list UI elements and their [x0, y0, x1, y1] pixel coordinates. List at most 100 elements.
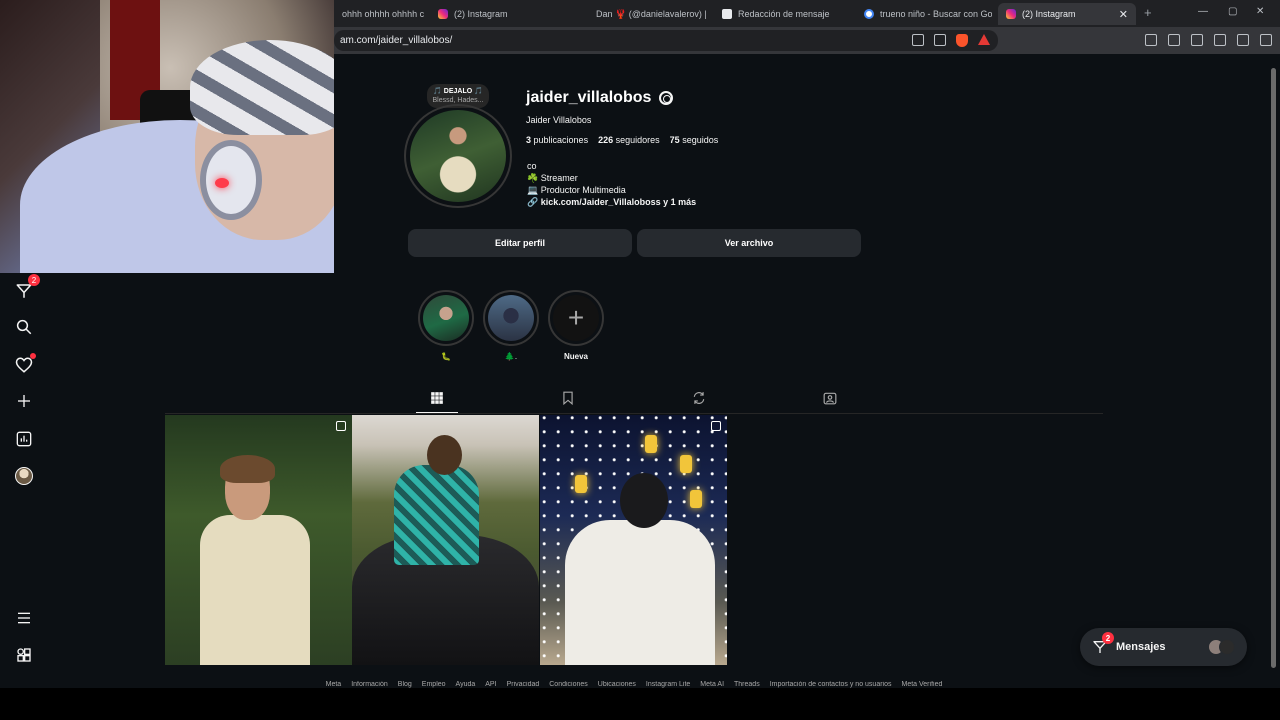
- post-thumbnail[interactable]: [352, 415, 539, 665]
- photo-subject-head: [620, 473, 668, 528]
- profile-picture[interactable]: [404, 104, 512, 208]
- bio-link[interactable]: 🔗 kick.com/Jaider_Villaloboss y 1 más: [527, 196, 696, 208]
- tab-redaccion[interactable]: Redacción de mensaje: [714, 3, 854, 25]
- brave-shield-icon[interactable]: [956, 34, 968, 47]
- photo-subject: [394, 465, 479, 565]
- create-plus-icon[interactable]: [14, 391, 34, 411]
- post-thumbnail[interactable]: [165, 415, 352, 665]
- active-tab-indicator: [416, 412, 458, 413]
- close-window-icon[interactable]: ✕: [1256, 6, 1264, 17]
- note-title: 🎵 DEJALO 🎵: [433, 88, 483, 95]
- tab-search-icon[interactable]: [1145, 34, 1157, 46]
- scrollbar-thumb[interactable]: [1271, 68, 1276, 668]
- post-thumbnail[interactable]: [540, 415, 727, 665]
- photo-subject-hair: [220, 455, 275, 483]
- bio-line: ☘️ Streamer: [527, 173, 578, 183]
- vpn-icon[interactable]: [1237, 34, 1249, 46]
- headset-led: [215, 178, 229, 188]
- posts-label: publicaciones: [533, 135, 589, 145]
- more-menu-icon[interactable]: [14, 608, 34, 628]
- profile-photo: [410, 110, 506, 202]
- messages-badge: 2: [1102, 632, 1114, 644]
- messages-button[interactable]: 2 Mensajes: [1080, 628, 1247, 666]
- notification-dot: [30, 353, 36, 359]
- cast-icon[interactable]: [912, 34, 924, 46]
- webcam-overlay: [0, 0, 334, 273]
- tab-google[interactable]: trueno niño - Buscar con Goog: [856, 3, 992, 25]
- tab-title: (2) Instagram: [1022, 9, 1076, 19]
- tab-danielavalerov[interactable]: Dan 🦞 (@danielavalerov) | V5: [588, 3, 708, 25]
- new-highlight-button[interactable]: +: [548, 290, 604, 346]
- repost-icon: [693, 392, 705, 404]
- profile-full-name: Jaider Villalobos: [526, 115, 592, 125]
- browser-menu-icon[interactable]: [1260, 34, 1272, 46]
- grid-icon: [431, 392, 443, 404]
- tab-title: ohhh ohhhh ohhhh cancio: [342, 9, 424, 19]
- tab-youtube[interactable]: ohhh ohhhh ohhhh cancio: [334, 3, 424, 25]
- new-tab-button[interactable]: +: [1144, 5, 1152, 20]
- contact-avatar: [1219, 639, 1235, 655]
- headset-icon: [200, 140, 262, 220]
- also-from-meta-icon[interactable]: [14, 645, 34, 665]
- tab-posts-grid[interactable]: [429, 390, 445, 406]
- photo-lantern: [680, 455, 692, 473]
- highlight-cover: [488, 295, 534, 341]
- brave-rewards-icon[interactable]: [978, 34, 990, 45]
- messages-label: Mensajes: [1116, 641, 1166, 653]
- bio-line: 💻 Productor Multimedia: [527, 185, 626, 195]
- tab-instagram-1[interactable]: (2) Instagram: [430, 3, 580, 25]
- search-icon[interactable]: [14, 317, 34, 337]
- address-text: am.com/jaider_villalobos/: [340, 35, 453, 46]
- edit-profile-button[interactable]: Editar perfil: [408, 229, 632, 257]
- photo-subject-head: [427, 435, 462, 475]
- profile-username: jaider_villalobos: [526, 89, 652, 106]
- minimize-icon[interactable]: —: [1198, 6, 1208, 17]
- story-highlight[interactable]: [418, 290, 474, 346]
- bio-link-text: kick.com/Jaider_Villaloboss y 1 más: [540, 197, 697, 207]
- screen-bottom-bar: [0, 688, 1280, 720]
- tab-title: trueno niño - Buscar con Goog: [880, 9, 992, 19]
- followers-stat[interactable]: 226 seguidores: [598, 135, 660, 145]
- plus-icon: +: [553, 295, 599, 341]
- share-icon[interactable]: [934, 34, 946, 46]
- direct-messages-icon: 2: [1092, 632, 1114, 655]
- profile-bio: co ☘️ Streamer 💻 Productor Multimedia 🔗 …: [527, 160, 696, 208]
- leo-ai-icon[interactable]: [1214, 34, 1226, 46]
- photo-subject: [565, 520, 715, 665]
- settings-gear-icon[interactable]: [659, 91, 674, 105]
- restore-icon[interactable]: ▢: [1228, 6, 1237, 17]
- sidebar-icon[interactable]: [1168, 34, 1180, 46]
- insights-icon[interactable]: [14, 429, 34, 449]
- photo-lantern: [690, 490, 702, 508]
- followers-count: 226: [598, 135, 614, 145]
- close-tab-icon[interactable]: ✕: [1119, 8, 1128, 21]
- wallet-icon[interactable]: [1191, 34, 1203, 46]
- bookmark-icon: [563, 391, 573, 405]
- photo-lantern: [575, 475, 587, 493]
- highlight-label: 🌲.: [504, 352, 518, 361]
- following-stat[interactable]: 75 seguidos: [670, 135, 719, 145]
- followers-label: seguidores: [615, 135, 660, 145]
- carousel-icon: [711, 421, 721, 431]
- photo-subject: [200, 515, 310, 665]
- tab-instagram-active[interactable]: (2) Instagram ✕: [998, 3, 1136, 25]
- google-icon: [864, 9, 874, 19]
- tab-tagged[interactable]: [822, 390, 838, 406]
- profile-avatar[interactable]: [14, 466, 34, 486]
- highlight-cover: [423, 295, 469, 341]
- tabs-divider: [165, 413, 1103, 414]
- instagram-sidebar: 2: [0, 273, 48, 720]
- view-archive-button[interactable]: Ver archivo: [637, 229, 861, 257]
- tab-reposts[interactable]: [691, 390, 707, 406]
- address-bar[interactable]: am.com/jaider_villalobos/: [334, 30, 998, 51]
- following-count: 75: [669, 135, 680, 145]
- page-scrollbar[interactable]: [1270, 54, 1277, 688]
- new-highlight-label: Nueva: [563, 352, 588, 361]
- posts-stat: 3 publicaciones: [526, 135, 588, 145]
- story-highlight[interactable]: [483, 290, 539, 346]
- notifications-heart-icon[interactable]: [14, 353, 36, 375]
- tab-saved[interactable]: [560, 390, 576, 406]
- avatar: [15, 467, 33, 485]
- direct-messages-icon[interactable]: 2: [14, 274, 40, 301]
- profile-username-row: jaider_villalobos: [526, 89, 674, 107]
